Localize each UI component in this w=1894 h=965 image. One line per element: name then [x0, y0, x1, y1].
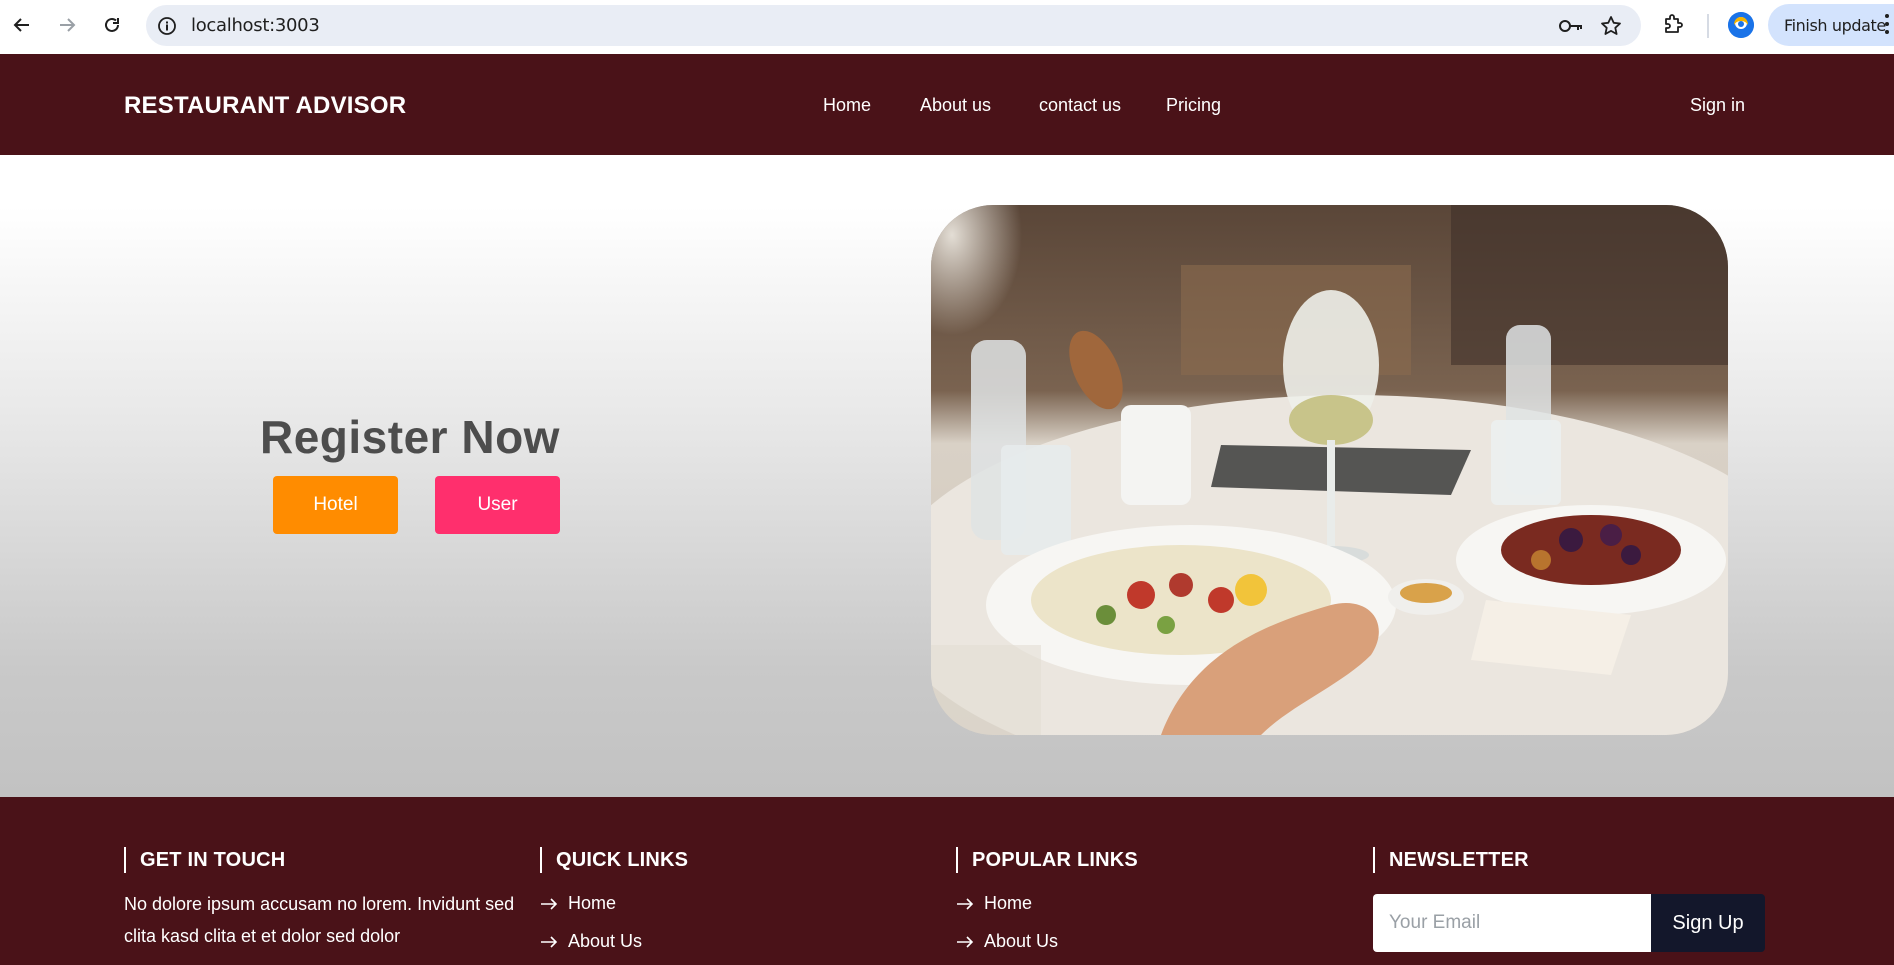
finish-update-button[interactable]: Finish update: [1768, 4, 1894, 46]
arrow-right-icon: [541, 935, 558, 948]
footer-contact-text: No dolore ipsum accusam no lorem. Invidu…: [124, 894, 515, 946]
newsletter-form: Sign Up: [1373, 894, 1765, 952]
footer-newsletter-heading: NEWSLETTER: [1373, 847, 1529, 873]
address-bar[interactable]: localhost:3003: [146, 5, 1641, 46]
footer-quick-link-label: Home: [568, 893, 617, 913]
sign-in-link[interactable]: Sign in: [1690, 95, 1745, 116]
arrow-right-icon: [957, 935, 974, 948]
forward-arrow-icon[interactable]: [54, 12, 80, 38]
footer-popular-links-heading: POPULAR LINKS: [956, 847, 1138, 873]
password-key-icon[interactable]: [1558, 17, 1584, 40]
footer-newsletter-column: NEWSLETTER: [1373, 847, 1529, 873]
arrow-right-icon: [957, 897, 974, 910]
site-footer: GET IN TOUCH No dolore ipsum accusam no …: [0, 797, 1894, 965]
nav-home[interactable]: Home: [823, 95, 871, 116]
back-arrow-icon[interactable]: [9, 12, 35, 38]
url-text[interactable]: localhost:3003: [191, 15, 320, 36]
more-menu-icon[interactable]: [1885, 14, 1890, 38]
brand-logo[interactable]: RESTAURANT ADVISOR: [124, 92, 406, 120]
footer-popular-link-about[interactable]: About Us: [956, 931, 1138, 952]
site-info-icon[interactable]: [157, 16, 177, 41]
browser-toolbar: localhost:3003 Finish update: [0, 0, 1894, 54]
restaurant-table-meal-photo: [931, 205, 1728, 735]
footer-quick-link-label: About Us: [568, 931, 643, 951]
footer-popular-link-home[interactable]: Home: [956, 893, 1138, 914]
newsletter-email-input[interactable]: [1373, 894, 1651, 952]
reload-icon[interactable]: [99, 12, 125, 38]
footer-contact-column: GET IN TOUCH No dolore ipsum accusam no …: [124, 847, 524, 952]
nav-about-us[interactable]: About us: [920, 95, 991, 116]
footer-quick-link-about[interactable]: About Us: [540, 931, 688, 952]
footer-popular-link-label: About Us: [984, 931, 1059, 951]
footer-quick-links-heading: QUICK LINKS: [540, 847, 688, 873]
footer-quick-links-column: QUICK LINKS Home About Us: [540, 847, 688, 952]
nav-contact-us[interactable]: contact us: [1039, 95, 1121, 116]
finish-update-label: Finish update: [1784, 16, 1886, 35]
arrow-right-icon: [541, 897, 558, 910]
footer-popular-link-label: Home: [984, 893, 1033, 913]
profile-avatar-icon[interactable]: [1728, 12, 1754, 38]
bookmark-star-icon[interactable]: [1600, 15, 1622, 42]
newsletter-signup-button[interactable]: Sign Up: [1651, 894, 1765, 952]
hero-section: Register Now Hotel User: [0, 155, 1894, 797]
footer-quick-link-home[interactable]: Home: [540, 893, 688, 914]
user-button[interactable]: User: [435, 476, 560, 534]
nav-pricing[interactable]: Pricing: [1166, 95, 1221, 116]
site-header: RESTAURANT ADVISOR Home About us contact…: [0, 54, 1894, 155]
register-heading: Register Now: [260, 411, 560, 463]
footer-contact-heading: GET IN TOUCH: [124, 847, 524, 873]
footer-popular-links-column: POPULAR LINKS Home About Us: [956, 847, 1138, 952]
toolbar-divider: [1707, 14, 1709, 38]
hotel-button[interactable]: Hotel: [273, 476, 398, 534]
extensions-puzzle-icon[interactable]: [1661, 12, 1685, 41]
